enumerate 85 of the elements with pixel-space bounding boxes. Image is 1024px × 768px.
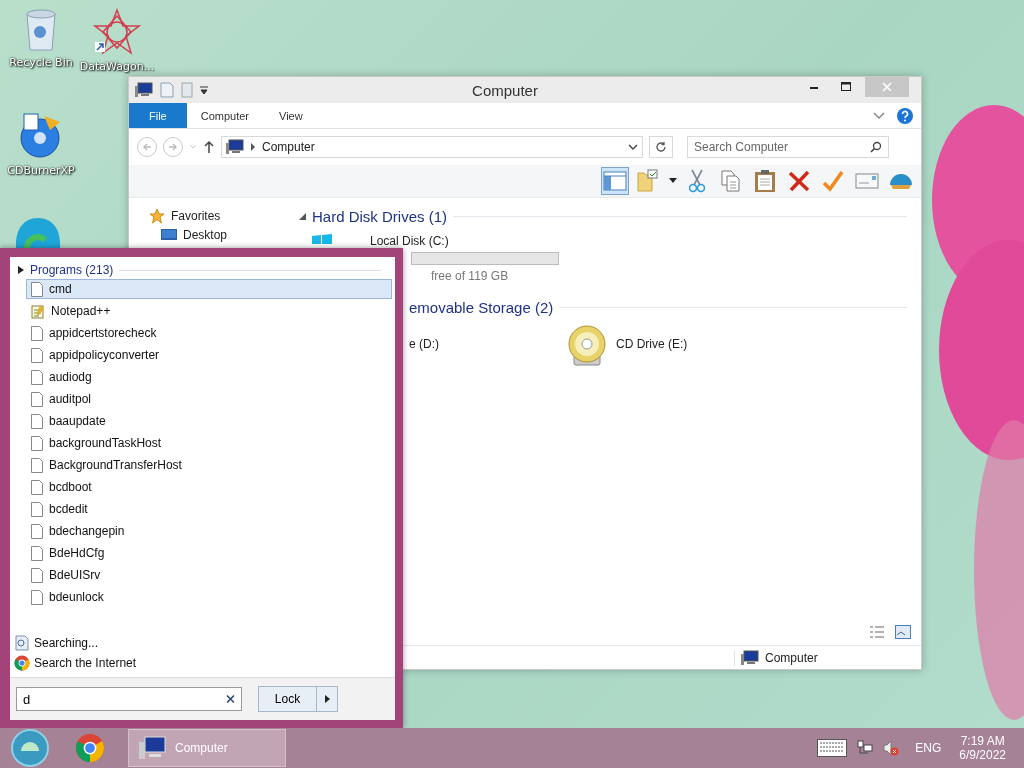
windows-drive-icon xyxy=(311,234,333,244)
up-arrow-icon[interactable] xyxy=(203,140,215,154)
computer-icon xyxy=(139,736,167,760)
navigation-item[interactable]: Desktop xyxy=(183,228,228,242)
refresh-icon xyxy=(655,141,667,153)
collapse-triangle-icon[interactable] xyxy=(299,212,306,220)
close-icon xyxy=(882,82,892,92)
program-item[interactable]: BackgroundTransferHost xyxy=(26,455,392,475)
expand-triangle-icon[interactable] xyxy=(18,266,24,274)
address-text: Computer xyxy=(262,140,316,154)
file-icon xyxy=(31,457,43,473)
back-arrow-icon xyxy=(142,142,152,152)
file-icon xyxy=(31,413,43,429)
program-item[interactable]: baaupdate xyxy=(26,411,392,431)
program-item[interactable]: audiodg xyxy=(26,367,392,387)
keyboard-icon[interactable] xyxy=(817,739,848,757)
drive-name[interactable]: CD Drive (E:) xyxy=(616,337,688,351)
search-field[interactable]: d xyxy=(16,687,242,711)
group-title: emovable Storage (2) xyxy=(409,298,554,316)
file-icon xyxy=(31,435,43,451)
program-item[interactable]: BdeHdCfg xyxy=(26,543,392,563)
file-icon xyxy=(31,347,43,363)
program-item[interactable]: bcdboot xyxy=(26,477,392,497)
computer-icon xyxy=(226,139,244,155)
address-bar[interactable]: Computer xyxy=(221,136,643,158)
programs-heading[interactable]: Programs (213) xyxy=(30,263,114,277)
file-icon xyxy=(31,501,43,517)
program-item[interactable]: appidcertstorecheck xyxy=(26,323,392,343)
clear-icon[interactable] xyxy=(226,694,235,704)
program-item[interactable]: BdeUISrv xyxy=(26,565,392,585)
program-item[interactable]: cmd xyxy=(26,279,392,299)
file-icon xyxy=(31,479,43,495)
star-icon xyxy=(149,208,165,224)
star-pattern-icon[interactable] xyxy=(93,8,141,56)
file-icon xyxy=(31,589,43,605)
program-item[interactable]: bcdedit xyxy=(26,499,392,519)
start-menu-link[interactable]: Search the Internet xyxy=(34,656,137,670)
navigation-item[interactable]: Favorites xyxy=(171,209,221,223)
cd-drive-icon xyxy=(566,325,608,367)
search-document-icon xyxy=(14,635,30,651)
computer-icon xyxy=(741,649,759,666)
help-icon[interactable] xyxy=(897,107,913,124)
group-title: Hard Disk Drives (1) xyxy=(312,207,447,225)
program-item[interactable]: bdeunlock xyxy=(26,587,392,607)
ribbon-tab[interactable]: Computer xyxy=(186,103,264,128)
window-title: Computer xyxy=(471,81,539,99)
refresh-button[interactable] xyxy=(649,136,673,158)
maximize-icon xyxy=(841,82,851,92)
search-field[interactable]: Search Computer xyxy=(687,136,889,158)
search-icon[interactable] xyxy=(870,141,882,153)
forward-arrow-icon xyxy=(168,142,178,152)
caret-icon[interactable] xyxy=(669,178,677,184)
chrome-icon xyxy=(14,655,30,671)
file-icon xyxy=(31,545,43,561)
file-icon xyxy=(31,281,43,297)
recycle-bin-icon[interactable] xyxy=(23,8,59,52)
file-icon xyxy=(31,325,43,341)
start-menu-link[interactable]: Searching... xyxy=(34,636,99,650)
computer-icon[interactable] xyxy=(135,82,153,98)
monitor-icon xyxy=(161,229,177,241)
file-icon xyxy=(31,369,43,385)
drive-name[interactable]: e (D:) xyxy=(409,337,439,351)
program-item[interactable]: Notepad++ xyxy=(26,301,392,321)
program-item[interactable]: appidpolicyconverter xyxy=(26,345,392,365)
triangle-right-icon xyxy=(324,695,330,703)
chevron-down-icon[interactable] xyxy=(628,143,638,151)
program-item[interactable]: bdechangepin xyxy=(26,521,392,541)
network-icon[interactable] xyxy=(857,740,874,756)
ribbon-tab[interactable]: File xyxy=(129,103,187,128)
file-icon xyxy=(31,523,43,539)
notepad-icon xyxy=(31,303,45,319)
large-icons-view-icon[interactable] xyxy=(895,625,911,639)
free-space-text: free of 119 GB xyxy=(431,269,510,283)
program-item[interactable]: auditpol xyxy=(26,389,392,409)
chevron-right-icon xyxy=(250,143,256,151)
file-icon xyxy=(31,567,43,583)
program-item[interactable]: backgroundTaskHost xyxy=(26,433,392,453)
ribbon-tab[interactable]: View xyxy=(265,103,317,128)
caret-icon[interactable] xyxy=(199,85,209,95)
muted-speaker-icon[interactable] xyxy=(883,740,900,756)
file-icon xyxy=(31,391,43,407)
drive-name[interactable]: Local Disk (C:) xyxy=(370,234,559,248)
details-view-icon[interactable] xyxy=(869,625,885,639)
preview-pane-button[interactable] xyxy=(601,167,629,195)
status-location: Computer xyxy=(765,650,818,665)
